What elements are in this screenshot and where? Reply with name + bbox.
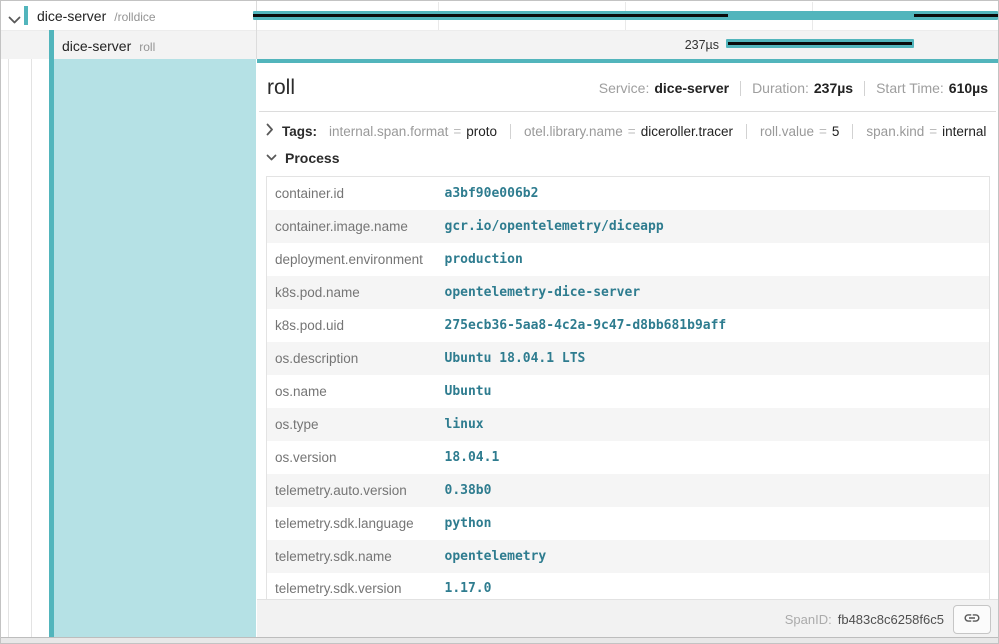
tags-accordion[interactable]: Tags: internal.span.format = proto otel.… [257, 112, 998, 147]
process-key: k8s.pod.name [267, 276, 437, 309]
table-row: k8s.pod.uid275ecb36-5aa8-4c2a-9c47-d8bb6… [267, 309, 990, 342]
span-detail-header: roll Service: dice-server Duration: 237µ… [259, 63, 996, 112]
table-row: os.typelinux [267, 408, 990, 441]
span-id-value: fb483c8c6258f6c5 [838, 612, 944, 627]
table-row: os.descriptionUbuntu 18.04.1 LTS [267, 342, 990, 375]
chevron-down-icon[interactable] [8, 12, 21, 21]
span-bar-roll[interactable] [726, 39, 914, 48]
process-key: container.id [267, 177, 437, 210]
process-value: linux [437, 408, 990, 441]
process-key: os.type [267, 408, 437, 441]
process-key: telemetry.auto.version [267, 474, 437, 507]
table-row: k8s.pod.nameopentelemetry-dice-server [267, 276, 990, 309]
span-service-name: dice-server/rolldice [37, 8, 156, 24]
process-key: k8s.pod.uid [267, 309, 437, 342]
tag-equals: = [453, 124, 461, 139]
trace-view: dice-server/rolldice dice-serverroll 237… [0, 0, 999, 644]
duration-label: Duration: [752, 80, 809, 96]
duration-value: 237µs [814, 80, 853, 96]
critical-path-segment [253, 14, 728, 17]
process-key: telemetry.sdk.name [267, 540, 437, 573]
tag-divider [852, 124, 853, 139]
tag-key: span.kind [866, 124, 924, 139]
tag-key: otel.library.name [524, 124, 623, 139]
table-row: telemetry.sdk.nameopentelemetry [267, 540, 990, 573]
start-time-label: Start Time: [876, 80, 944, 96]
tag-equals: = [819, 124, 827, 139]
span-operation-name: roll [139, 40, 155, 54]
process-value: opentelemetry [437, 540, 990, 573]
selected-span-highlight [54, 59, 256, 638]
process-key: os.description [267, 342, 437, 375]
span-bar-rolldice[interactable] [253, 11, 998, 20]
span-operation-name: /rolldice [114, 10, 155, 24]
critical-path-segment [728, 42, 912, 45]
process-value: gcr.io/opentelemetry/diceapp [437, 210, 990, 243]
table-row: telemetry.auto.version0.38b0 [267, 474, 990, 507]
process-value: 18.04.1 [437, 441, 990, 474]
tag-value: 5 [832, 124, 840, 139]
process-value: a3bf90e006b2 [437, 177, 990, 210]
tag-key: internal.span.format [329, 124, 448, 139]
process-value: Ubuntu [437, 375, 990, 408]
table-row: os.version18.04.1 [267, 441, 990, 474]
tag-value: proto [466, 124, 497, 139]
span-duration-label: 237µs [631, 38, 719, 52]
process-value: python [437, 507, 990, 540]
page-bottom-strip [1, 637, 998, 643]
table-row: os.nameUbuntu [267, 375, 990, 408]
critical-path-segment [914, 14, 998, 17]
stat-divider [740, 81, 741, 96]
process-value: opentelemetry-dice-server [437, 276, 990, 309]
indent-guide [31, 59, 32, 638]
tag-divider [746, 124, 747, 139]
span-id-label: SpanID: [785, 612, 832, 627]
process-value: production [437, 243, 990, 276]
table-row: container.ida3bf90e006b2 [267, 177, 990, 210]
link-icon [963, 609, 981, 630]
chevron-right-icon [266, 123, 274, 139]
span-service-name: dice-serverroll [62, 38, 155, 54]
tag-equals: = [929, 124, 937, 139]
table-row: container.image.namegcr.io/opentelemetry… [267, 210, 990, 243]
tags-label: Tags: [282, 124, 317, 139]
process-accordion[interactable]: Process [257, 147, 998, 176]
process-key: os.version [267, 441, 437, 474]
process-key: telemetry.sdk.language [267, 507, 437, 540]
tag-key: roll.value [760, 124, 814, 139]
indent-guide [8, 59, 9, 638]
process-key: container.image.name [267, 210, 437, 243]
span-title: roll [267, 76, 295, 100]
stat-divider [864, 81, 865, 96]
process-key: os.name [267, 375, 437, 408]
service-label: Service: [599, 80, 650, 96]
table-row: telemetry.sdk.languagepython [267, 507, 990, 540]
process-label: Process [285, 150, 339, 166]
tag-value: diceroller.tracer [641, 124, 733, 139]
process-value: 275ecb36-5aa8-4c2a-9c47-d8bb681b9aff [437, 309, 990, 342]
span-row-roll[interactable]: dice-serverroll 237µs [1, 30, 998, 59]
tag-equals: = [628, 124, 636, 139]
span-row-rolldice[interactable]: dice-server/rolldice [1, 1, 998, 30]
span-detail-footer: SpanID: fb483c8c6258f6c5 [257, 599, 998, 638]
service-value: dice-server [654, 80, 729, 96]
process-value: 0.38b0 [437, 474, 990, 507]
chevron-down-icon [266, 149, 277, 167]
table-row: deployment.environmentproduction [267, 243, 990, 276]
copy-link-button[interactable] [953, 605, 991, 634]
process-value: Ubuntu 18.04.1 LTS [437, 342, 990, 375]
start-time-value: 610µs [949, 80, 988, 96]
process-key-value-table: container.ida3bf90e006b2 container.image… [266, 176, 990, 606]
span-detail-panel: roll Service: dice-server Duration: 237µ… [257, 59, 998, 638]
span-color-block [24, 6, 28, 25]
span-color-block [49, 30, 54, 59]
tag-value: internal [942, 124, 986, 139]
process-key: deployment.environment [267, 243, 437, 276]
tag-divider [510, 124, 511, 139]
span-overview-stats: Service: dice-server Duration: 237µs Sta… [599, 80, 988, 96]
